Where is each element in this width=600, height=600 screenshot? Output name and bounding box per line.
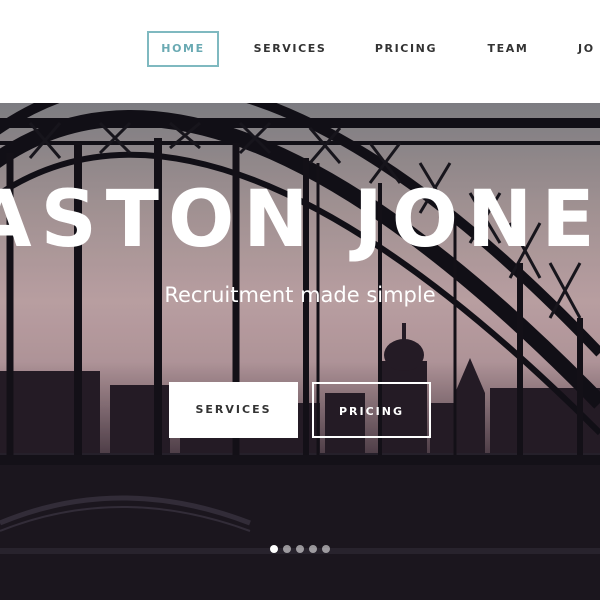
hero-services-button[interactable]: SERVICES <box>169 382 298 438</box>
slider-dot-3[interactable] <box>296 545 304 553</box>
hero-subtitle: Recruitment made simple <box>164 283 436 307</box>
slider-dot-1[interactable] <box>270 545 278 553</box>
hero-slider: ASTON JONES Recruitment made simple SERV… <box>0 103 600 600</box>
slider-dot-4[interactable] <box>309 545 317 553</box>
nav-item-services[interactable]: SERVICES <box>250 31 330 67</box>
slider-dot-2[interactable] <box>283 545 291 553</box>
nav-item-team[interactable]: TEAM <box>484 31 532 67</box>
nav-item-pricing[interactable]: PRICING <box>372 31 440 67</box>
top-navigation-bar: HOME SERVICES PRICING TEAM JO <box>0 0 600 103</box>
nav-item-home[interactable]: HOME <box>147 31 219 67</box>
nav-item-join-truncated[interactable]: JO <box>578 31 600 67</box>
slider-dot-5[interactable] <box>322 545 330 553</box>
hero-pricing-button[interactable]: PRICING <box>312 382 431 438</box>
hero-title: ASTON JONES <box>0 175 600 265</box>
